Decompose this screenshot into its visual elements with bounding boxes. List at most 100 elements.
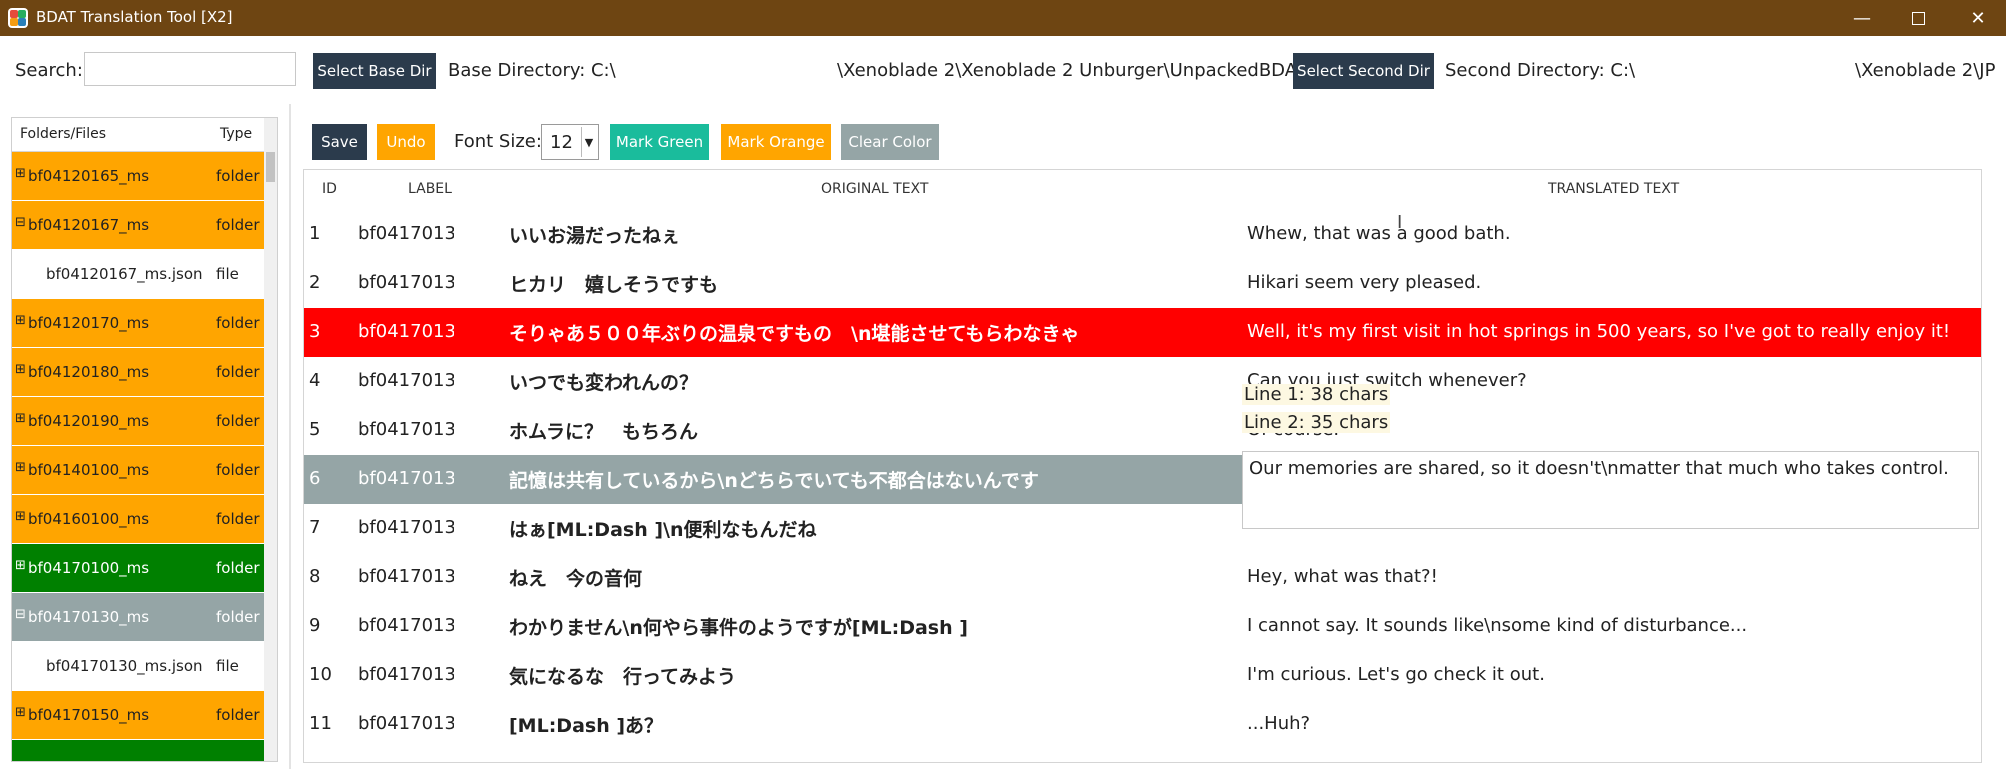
minimize-icon[interactable]: —	[1834, 0, 1890, 36]
column-header-label[interactable]: LABEL	[408, 181, 452, 197]
row-label: bf04170130_0040	[358, 370, 454, 391]
tree-item-name: bf04170130_ms	[28, 608, 150, 626]
table-row[interactable]: 1 bf04170130_0010 いいお湯だったねぇ Whew, that was …	[304, 210, 1981, 259]
tree-item-folder[interactable]: ⊞ bf04120180_ms folder	[12, 348, 264, 396]
row-original-text: はぁ[ML:Dash ]\n便利なもんだね	[509, 519, 817, 541]
row-original-text: わかりません\n何やら事件のようですが[ML:Dash ]	[509, 617, 968, 639]
close-icon[interactable]: ✕	[1950, 0, 2006, 36]
grid-header: ID LABEL ORIGINAL TEXT TRANSLATED TEXT	[304, 170, 1981, 208]
expand-icon[interactable]: ⊞	[15, 460, 26, 475]
row-id: 7	[309, 517, 321, 538]
row-label: bf04170130_0100	[358, 664, 454, 685]
tree-item-name: bf04120190_ms	[28, 412, 150, 430]
row-label: bf04170130_0070	[358, 517, 454, 538]
collapse-icon[interactable]: ⊟	[15, 607, 26, 622]
tree-item-type: folder	[216, 706, 260, 724]
tree-item-file[interactable]: bf04170130_ms.json file	[12, 642, 264, 690]
row-id: 9	[309, 615, 321, 636]
mark-orange-button[interactable]: Mark Orange	[721, 124, 831, 160]
second-directory-label: Second Directory: C:\	[1445, 60, 1636, 81]
tree-scrollbar-thumb[interactable]	[266, 152, 275, 182]
row-translated-text: I cannot say. It sounds like\nsome kind …	[1247, 615, 1748, 636]
tree-item-type: file	[216, 265, 239, 283]
row-id: 11	[309, 713, 332, 734]
expand-icon[interactable]: ⊞	[15, 705, 26, 720]
undo-button[interactable]: Undo	[377, 124, 435, 160]
expand-icon[interactable]: ⊞	[15, 362, 26, 377]
expand-icon[interactable]: ⊞	[15, 558, 26, 573]
expand-icon[interactable]: ⊞	[15, 166, 26, 181]
row-label: bf04170130_0020	[358, 272, 454, 293]
table-row[interactable]: 2 bf04170130_0020 ヒカリ 嬉しそうですも Hikari seem v…	[304, 259, 1981, 308]
table-row[interactable]: 10 bf04170130_0100 気になるな 行ってみよう I'm curious…	[304, 651, 1981, 700]
tree-item-file[interactable]: bf04120167_ms.json file	[12, 250, 264, 298]
clear-color-button[interactable]: Clear Color	[841, 124, 939, 160]
save-button[interactable]: Save	[312, 124, 367, 160]
row-label: bf04170130_0060	[358, 468, 454, 489]
tree-item-folder[interactable]: ⊟ bf04170130_ms folder	[12, 593, 264, 641]
row-id: 8	[309, 566, 321, 587]
row-original-text: いつでも変われんの？	[509, 372, 699, 394]
panel-splitter[interactable]	[289, 104, 291, 769]
tree-item-folder[interactable]: ⊟ bf04120167_ms folder	[12, 201, 264, 249]
tree-item-name: bf04170130_ms.json	[46, 657, 203, 675]
tree-item-folder[interactable]: ⊞ bf04160100_ms folder	[12, 495, 264, 543]
translation-edit-field[interactable]: Our memories are shared, so it doesn't\n…	[1242, 451, 1979, 529]
row-id: 1	[309, 223, 321, 244]
row-translated-text: Well, it's my first visit in hot springs…	[1247, 321, 1951, 342]
collapse-icon[interactable]: ⊟	[15, 215, 26, 230]
maximize-icon[interactable]	[1890, 0, 1946, 36]
tree-item-type: folder	[216, 216, 260, 234]
tree-item-type: folder	[216, 608, 260, 626]
table-row[interactable]: 5bf04170130_0050ホムラに？ もちろんOf course.	[304, 406, 1981, 455]
text-cursor-icon: I	[1397, 212, 1403, 233]
tree-header-name: Folders/Files	[20, 126, 106, 142]
select-second-dir-button[interactable]: Select Second Dir	[1293, 53, 1434, 89]
tree-item-name: bf04120167_ms	[28, 216, 150, 234]
tree-item-name: bf04160100_ms	[28, 510, 150, 528]
column-header-translated[interactable]: TRANSLATED TEXT	[1548, 181, 1679, 197]
row-original-text: ホムラに？ もちろん	[509, 421, 699, 443]
row-original-text: [ML:Dash ]あ？	[509, 715, 664, 737]
column-header-id[interactable]: ID	[322, 181, 337, 197]
tree-header-type: Type	[220, 126, 253, 142]
column-header-original[interactable]: ORIGINAL TEXT	[821, 181, 928, 197]
tree-item-name: bf04120165_ms	[28, 167, 150, 185]
row-translated-text: ...Huh?	[1247, 713, 1311, 734]
expand-icon[interactable]: ⊞	[15, 411, 26, 426]
table-row[interactable]: 3 bf04170130_0030 そりゃあ５００年ぶりの温泉ですもの \n堪能させ…	[304, 308, 1981, 357]
tree-scrollbar[interactable]	[264, 118, 277, 761]
expand-icon[interactable]: ⊞	[15, 313, 26, 328]
row-id: 3	[309, 321, 321, 342]
table-row[interactable]: 8 bf04170130_0080 ねえ 今の音何 Hey, what was tha…	[304, 553, 1981, 602]
mark-green-button[interactable]: Mark Green	[610, 124, 709, 160]
font-size-select[interactable]: 12 ▼	[541, 124, 599, 160]
select-base-dir-button[interactable]: Select Base Dir	[313, 53, 436, 89]
tree-item-name: bf04120167_ms.json	[46, 265, 203, 283]
row-label: bf04170130_0010	[358, 223, 454, 244]
row-original-text: 気になるな 行ってみよう	[509, 666, 737, 688]
row-label: bf04170130_0090	[358, 615, 454, 636]
chevron-down-icon[interactable]: ▼	[581, 127, 596, 157]
tree-item-type: folder	[216, 461, 260, 479]
tree-item-folder[interactable]: ⊞ bf04170150_ms folder	[12, 691, 264, 739]
table-row[interactable]: 6 bf04170130_0060 記憶は共有しているから\nどちらでいても不都合は…	[304, 455, 1243, 504]
tree-item-type: folder	[216, 167, 260, 185]
tree-item-folder[interactable]: ⊞ bf04120165_ms folder	[12, 152, 264, 200]
table-row[interactable]: 4bf04170130_0040いつでも変われんの？Can you just s…	[304, 357, 1981, 406]
second-directory-path: \Xenoblade 2\JP	[1855, 60, 1996, 81]
row-original-text: ねえ 今の音何	[509, 568, 643, 590]
tree-item-folder[interactable]: ⊞ bf04120190_ms folder	[12, 397, 264, 445]
expand-icon[interactable]: ⊞	[15, 509, 26, 524]
window-title: BDAT Translation Tool [X2]	[36, 8, 233, 26]
tree-item-folder[interactable]	[12, 740, 264, 761]
table-row[interactable]: 9 bf04170130_0090 わかりません\n何やら事件のようですが[ML:D…	[304, 602, 1981, 651]
table-row[interactable]: 11 bf04170130_0105 [ML:Dash ]あ？ ...Huh?	[304, 700, 1981, 749]
tree-item-folder[interactable]: ⊞ bf04140100_ms folder	[12, 446, 264, 494]
search-input[interactable]	[84, 52, 296, 86]
title-bar: BDAT Translation Tool [X2] — ✕	[0, 0, 2006, 36]
tree-item-folder[interactable]: ⊞ bf04170100_ms folder	[12, 544, 264, 592]
tree-item-folder[interactable]: ⊞ bf04120170_ms folder	[12, 299, 264, 347]
row-translated-text: Hikari seem very pleased.	[1247, 272, 1482, 293]
tree-item-type: folder	[216, 510, 260, 528]
